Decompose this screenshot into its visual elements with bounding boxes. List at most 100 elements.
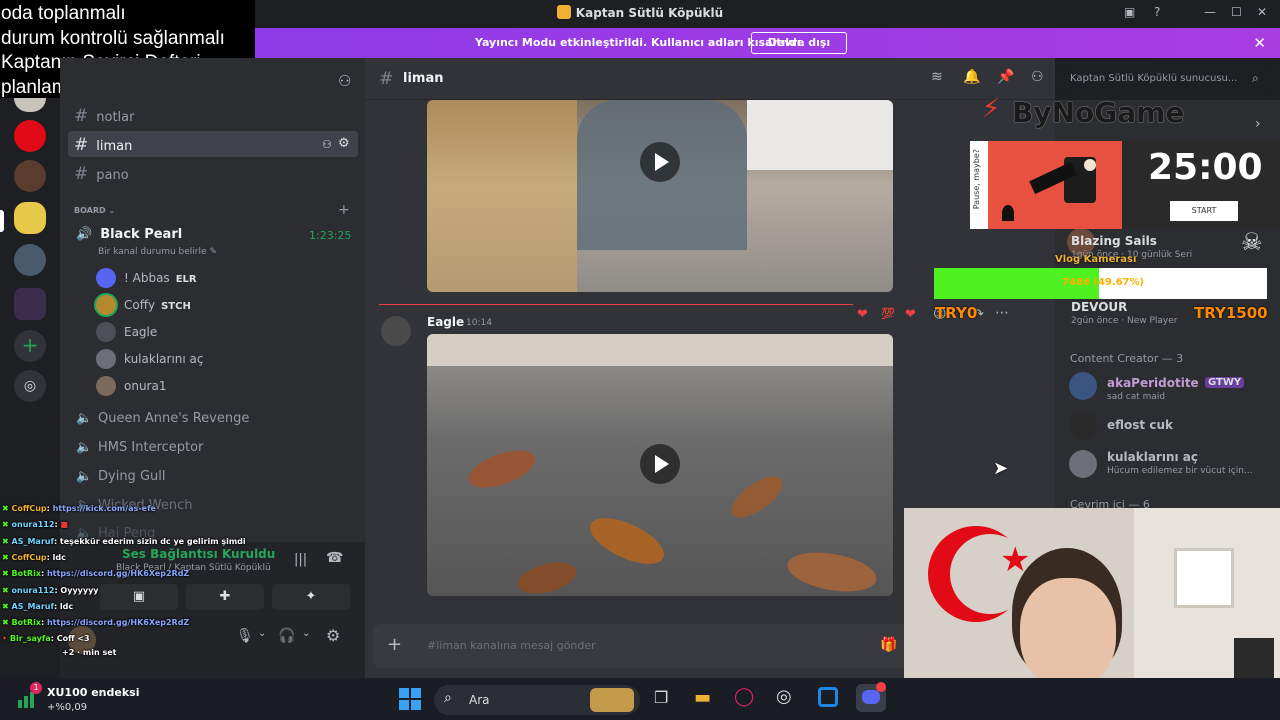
server-icon[interactable] <box>14 244 46 276</box>
brand-text: ByNoGame <box>1012 96 1185 129</box>
voice-member[interactable]: ! Abbas ELR <box>96 268 197 288</box>
message-composer[interactable]: + #liman kanalına mesaj gönder <box>373 624 909 668</box>
channel-notlar[interactable]: # notlar <box>74 106 134 126</box>
disable-streamer-mode-button[interactable]: Devre dışı bırak <box>751 32 847 69</box>
video-frame-region <box>427 334 893 366</box>
server-icon[interactable] <box>14 160 46 192</box>
voice-channel[interactable]: 🔈 Dying Gull <box>76 469 165 484</box>
soundboard-button[interactable]: ✦ <box>272 584 350 610</box>
steam-icon[interactable]: ◎ <box>776 686 792 707</box>
note-line: oda toplanmalı <box>1 3 126 24</box>
gift-icon[interactable]: 🎁 <box>880 637 897 653</box>
invite-icon[interactable]: ⚇ <box>322 138 332 151</box>
more-icon[interactable]: ⋯ <box>995 305 1009 321</box>
composer-placeholder: #liman kanalına mesaj gönder <box>427 639 596 652</box>
channel-status[interactable]: Bir kanal durumu belirle ✎ <box>98 247 217 257</box>
help-icon[interactable]: ? <box>1154 5 1160 19</box>
video-attachment[interactable] <box>427 334 893 596</box>
file-explorer-icon[interactable]: ▬ <box>694 687 711 708</box>
opera-icon[interactable]: ◯ <box>734 686 754 707</box>
member-name[interactable]: eflost cuk <box>1107 418 1173 432</box>
voice-member[interactable]: onura1 <box>96 376 166 396</box>
taskbar: 1 XU100 endeksi +%0,09 ⌕ Ara ❐ ▬ ◯ ◎ <box>0 678 1280 720</box>
task-view-icon[interactable]: ❐ <box>654 688 668 707</box>
search-input[interactable]: Kaptan Sütlü Köpüklü sunucusu... ⌕ <box>1062 68 1272 92</box>
channel-pano[interactable]: # pano <box>74 164 129 184</box>
user-settings-icon[interactable]: ⚙ <box>326 626 340 645</box>
pin-icon[interactable]: 📌 <box>997 69 1014 85</box>
ticker-name[interactable]: XU100 endeksi <box>47 686 139 699</box>
voice-activity-icon[interactable]: ||| <box>294 552 307 567</box>
attach-plus-icon[interactable]: + <box>387 634 402 655</box>
channel-liman[interactable]: # liman <box>74 135 132 155</box>
taskbar-search[interactable]: ⌕ Ara <box>434 685 640 715</box>
close-icon[interactable]: ✕ <box>1253 34 1266 52</box>
server-icon-active[interactable] <box>14 202 46 234</box>
server-icon-turkey[interactable] <box>14 120 46 152</box>
voice-channel-black-pearl[interactable]: 🔊 Black Pearl <box>76 227 182 242</box>
video-attachment[interactable] <box>427 100 893 292</box>
bell-icon[interactable]: 🔔 <box>963 69 980 85</box>
goal-label: 7486 (49.67%) <box>1062 277 1145 288</box>
avatar[interactable] <box>1069 372 1097 400</box>
voice-channel[interactable]: 🔈 Queen Anne's Revenge <box>76 411 249 426</box>
video-frame-region <box>427 100 577 292</box>
chat-line: ✖ AS_Maruf: ldc <box>2 602 74 611</box>
play-icon[interactable] <box>640 444 680 484</box>
reaction-heart-icon[interactable]: ❤ <box>857 307 868 322</box>
play-icon[interactable] <box>640 142 680 182</box>
voice-member[interactable]: kulaklarını aç <box>96 349 203 369</box>
close-window-button[interactable]: ✕ <box>1257 5 1267 19</box>
hash-icon: # <box>74 135 89 155</box>
server-logo-icon <box>556 5 571 19</box>
chevron-down-icon[interactable]: ⌄ <box>302 628 310 639</box>
voice-channel[interactable]: 🔈 HMS Interceptor <box>76 440 203 455</box>
stream-chat-overlay: ✖ CoffCup: https://kick.com/as-efe ✖ onu… <box>0 500 260 660</box>
add-friend-icon[interactable]: ⚇ <box>338 72 351 90</box>
member-name[interactable]: kulaklarını aç <box>1107 450 1198 464</box>
goal-max: TRY1500 <box>1194 304 1268 322</box>
server-icon[interactable] <box>14 98 46 112</box>
avatar[interactable] <box>1069 412 1097 440</box>
server-folder-icon[interactable] <box>14 288 46 320</box>
chat-line: ✖ CoffCup: https://kick.com/as-efe <box>2 504 156 513</box>
video-frame-region <box>724 469 790 525</box>
avatar[interactable] <box>381 316 411 346</box>
timer-side-strip: Pause, maybe? <box>970 141 988 229</box>
voice-member[interactable]: Eagle <box>96 322 157 342</box>
add-channel-icon[interactable]: + <box>338 202 350 218</box>
video-frame-region <box>747 100 893 170</box>
windows-start-icon[interactable] <box>399 688 421 710</box>
threads-icon[interactable]: ≋ <box>931 69 943 85</box>
explore-icon[interactable]: ◎ <box>14 370 46 402</box>
member-list-icon[interactable]: ⚇ <box>1031 69 1044 85</box>
add-server-icon[interactable]: + <box>14 330 46 362</box>
timer-start-button[interactable]: START <box>1170 201 1238 221</box>
chevron-right-icon[interactable]: › <box>1255 116 1261 132</box>
hash-icon: # <box>74 164 89 184</box>
disconnect-icon[interactable]: ☎ <box>326 550 343 566</box>
headphones-icon[interactable]: 🎧 <box>278 628 295 644</box>
streamer-mode-banner: Yayıncı Modu etkinleştirildi. Kullanıcı … <box>255 28 1280 69</box>
message-author[interactable]: Eagle <box>427 315 464 329</box>
message-time: 10:14 <box>466 318 492 328</box>
avatar <box>96 349 116 369</box>
member-name[interactable]: Blazing Sails <box>1071 234 1157 248</box>
reaction-100-icon[interactable]: 💯 <box>881 307 895 320</box>
category-board[interactable]: BOARD ⌄ <box>74 206 115 215</box>
minimize-button[interactable]: — <box>1204 5 1216 19</box>
goal-min: TRY0 <box>935 304 978 322</box>
reaction-heart-icon[interactable]: ❤ <box>905 307 916 322</box>
chat-line: ✖ BotRix: https://discord.gg/HK6Xep2RdZ <box>2 618 190 627</box>
member-name[interactable]: akaPeridotite <box>1107 376 1199 390</box>
discord-taskbar-icon[interactable] <box>856 682 886 712</box>
app-icon[interactable] <box>818 687 838 707</box>
avatar[interactable] <box>1069 450 1097 478</box>
inbox-icon[interactable]: ▣ <box>1124 5 1135 19</box>
voice-member[interactable]: Coffy STCH <box>96 295 191 315</box>
member-name[interactable]: DEVOUR <box>1071 300 1127 314</box>
stock-widget-icon[interactable]: 1 <box>14 682 42 712</box>
gear-icon[interactable]: ⚙ <box>338 136 350 151</box>
maximize-button[interactable]: ☐ <box>1231 5 1242 19</box>
discord-logo-icon <box>862 690 880 704</box>
